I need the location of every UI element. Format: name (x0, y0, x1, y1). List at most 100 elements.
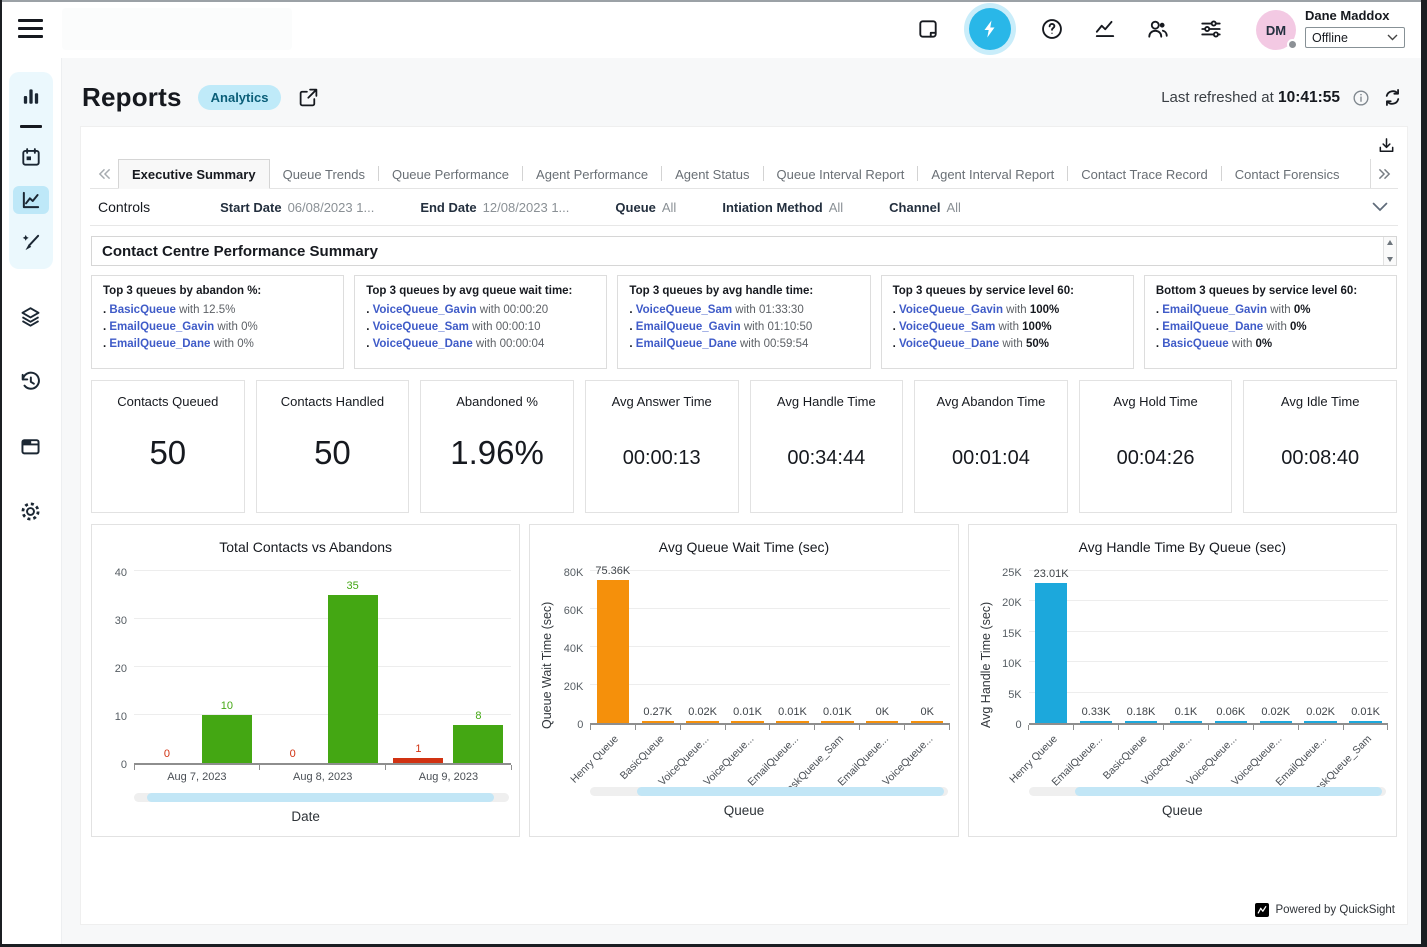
chart-title: Avg Queue Wait Time (sec) (538, 539, 949, 555)
filter-end-date[interactable]: End Date12/08/2023 1... (420, 200, 569, 215)
bar-slot: 8 (453, 710, 503, 763)
queue-link[interactable]: BasicQueue (1162, 338, 1228, 350)
tab-agent-performance[interactable]: Agent Performance (523, 159, 661, 188)
sidebar-item-customize[interactable] (13, 229, 49, 257)
bar[interactable] (597, 580, 629, 723)
tab-executive-summary[interactable]: Executive Summary (118, 159, 270, 189)
bar[interactable] (821, 721, 853, 723)
bar[interactable] (1304, 721, 1336, 723)
queue-link[interactable]: VoiceQueue_Sam (373, 321, 469, 333)
filter-queue[interactable]: QueueAll (615, 200, 676, 215)
analytics-badge: Analytics (198, 85, 282, 110)
controls-collapse-button[interactable] (1372, 202, 1388, 212)
kpi-value: 00:04:26 (1080, 447, 1232, 470)
tab-agent-status[interactable]: Agent Status (662, 159, 762, 188)
help-icon[interactable] (1040, 17, 1064, 41)
bar[interactable] (642, 721, 674, 723)
sidebar-item-settings[interactable] (13, 498, 49, 526)
chart-title: Avg Handle Time By Queue (sec) (977, 539, 1388, 555)
bar[interactable] (1215, 721, 1247, 723)
note-icon[interactable] (916, 17, 940, 41)
info-icon[interactable] (1352, 89, 1370, 107)
queue-link[interactable]: VoiceQueue_Sam (899, 321, 995, 333)
bar[interactable] (1349, 721, 1381, 723)
last-refreshed-text: Last refreshed at 10:41:55 (1161, 89, 1340, 107)
queue-link[interactable]: VoiceQueue_Gavin (899, 304, 1003, 316)
metrics-icon[interactable] (1093, 17, 1117, 41)
filter-channel[interactable]: ChannelAll (889, 200, 961, 215)
bar-slot: 0 (268, 748, 318, 763)
summary-title: Contact Centre Performance Summary (102, 243, 378, 260)
chart-scrollbar[interactable] (1029, 787, 1386, 796)
queue-link[interactable]: EmailQueue_Dane (109, 338, 210, 350)
chart-scrollbar[interactable] (134, 793, 509, 802)
chart-scrollbar[interactable] (590, 787, 947, 796)
bar[interactable] (866, 721, 898, 723)
queue-link[interactable]: EmailQueue_Gavin (1162, 304, 1267, 316)
sidebar-item-window[interactable] (13, 433, 49, 461)
tab-contact-forensics[interactable]: Contact Forensics (1222, 159, 1353, 188)
sidebar-nav-group (9, 72, 53, 269)
quick-actions-button[interactable] (969, 8, 1011, 50)
queue-link[interactable]: VoiceQueue_Sam (636, 304, 732, 316)
refresh-icon[interactable] (1382, 87, 1403, 108)
queue-link[interactable]: EmailQueue_Dane (636, 338, 737, 350)
tab-agent-interval-report[interactable]: Agent Interval Report (918, 159, 1067, 188)
settings-sliders-icon[interactable] (1199, 17, 1223, 41)
hamburger-menu-icon[interactable] (18, 19, 43, 38)
chart-scrollbar-thumb[interactable] (637, 787, 944, 796)
logo-placeholder (62, 8, 292, 50)
bar[interactable] (776, 721, 808, 723)
presence-status-select[interactable]: Offline (1305, 27, 1405, 48)
tabs-scroll-left-icon[interactable] (90, 159, 118, 188)
bar[interactable] (1125, 721, 1157, 723)
queue-link[interactable]: VoiceQueue_Dane (373, 338, 473, 350)
queue-link[interactable]: EmailQueue_Gavin (109, 321, 214, 333)
filter-label: Queue (615, 200, 655, 215)
sidebar-item-reports[interactable] (13, 186, 49, 214)
bar-slot: 0.18K (1119, 706, 1164, 723)
left-sidebar (0, 58, 62, 947)
bar[interactable] (1035, 583, 1067, 723)
download-icon[interactable] (1377, 136, 1396, 155)
chart-scrollbar-thumb[interactable] (1075, 787, 1382, 796)
insight-item: VoiceQueue_Gavin with 100% (893, 304, 1122, 316)
sidebar-item-dashboard[interactable] (13, 82, 49, 110)
page-scrollbar[interactable] (1421, 0, 1427, 947)
insight-value: 0% (1294, 304, 1311, 316)
queue-link[interactable]: VoiceQueue_Dane (899, 338, 999, 350)
tab-queue-trends[interactable]: Queue Trends (270, 159, 378, 188)
bar[interactable] (911, 721, 943, 723)
agents-icon[interactable] (1146, 17, 1170, 41)
bar[interactable] (393, 758, 443, 763)
tabs-scroll-right-icon[interactable] (1370, 159, 1398, 188)
queue-link[interactable]: BasicQueue (109, 304, 175, 316)
bar[interactable] (731, 721, 763, 723)
bar[interactable] (1260, 721, 1292, 723)
avatar[interactable]: DM (1256, 10, 1296, 50)
sidebar-item-calendar[interactable] (13, 143, 49, 171)
bar-chart-icon (20, 85, 42, 107)
x-axis-ticks: Aug 7, 2023Aug 8, 2023Aug 9, 2023 (134, 765, 511, 789)
tab-queue-interval-report[interactable]: Queue Interval Report (764, 159, 918, 188)
kpi-value: 00:34:44 (751, 447, 903, 470)
tab-contact-trace-record[interactable]: Contact Trace Record (1068, 159, 1220, 188)
summary-scrollbar[interactable] (1383, 237, 1396, 265)
sidebar-item-layers[interactable] (13, 303, 49, 331)
bar[interactable] (202, 715, 252, 763)
queue-link[interactable]: EmailQueue_Gavin (636, 321, 741, 333)
open-in-new-tab-button[interactable] (298, 87, 319, 108)
filter-intiation-method[interactable]: Intiation MethodAll (722, 200, 843, 215)
bar[interactable] (1080, 721, 1112, 723)
sidebar-item-history[interactable] (13, 368, 49, 396)
bar[interactable] (328, 595, 378, 763)
chart-scrollbar-thumb[interactable] (147, 793, 494, 802)
queue-link[interactable]: EmailQueue_Dane (1162, 321, 1263, 333)
bar[interactable] (1170, 721, 1202, 723)
y-axis-title: Avg Handle Time (sec) (977, 559, 995, 771)
queue-link[interactable]: VoiceQueue_Gavin (373, 304, 477, 316)
bar[interactable] (453, 725, 503, 763)
tab-queue-performance[interactable]: Queue Performance (379, 159, 522, 188)
filter-start-date[interactable]: Start Date06/08/2023 1... (220, 200, 374, 215)
bar[interactable] (686, 721, 718, 723)
